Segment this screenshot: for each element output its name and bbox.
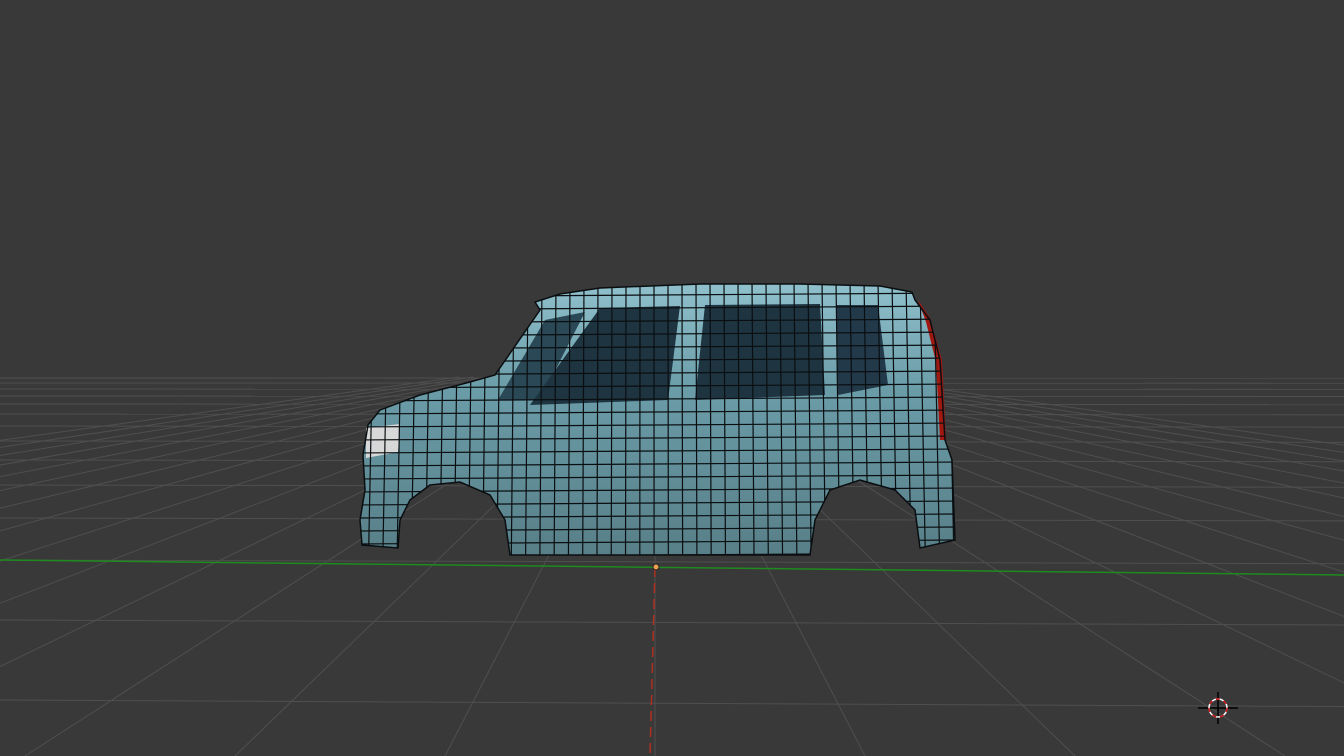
grid-line: [0, 619, 1344, 626]
mesh-edge: [360, 284, 361, 555]
mesh-edge: [681, 284, 684, 555]
grid-line: [0, 699, 1344, 708]
mesh-edge: [360, 284, 955, 285]
viewport-canvas[interactable]: [0, 0, 1344, 756]
y-axis-line: [649, 566, 656, 756]
object-origin-icon[interactable]: [652, 563, 660, 571]
mesh-edge: [610, 284, 613, 555]
3d-cursor-icon[interactable]: [1198, 692, 1238, 724]
car-body-mesh[interactable]: [354, 280, 960, 560]
3d-viewport[interactable]: [0, 0, 1344, 756]
